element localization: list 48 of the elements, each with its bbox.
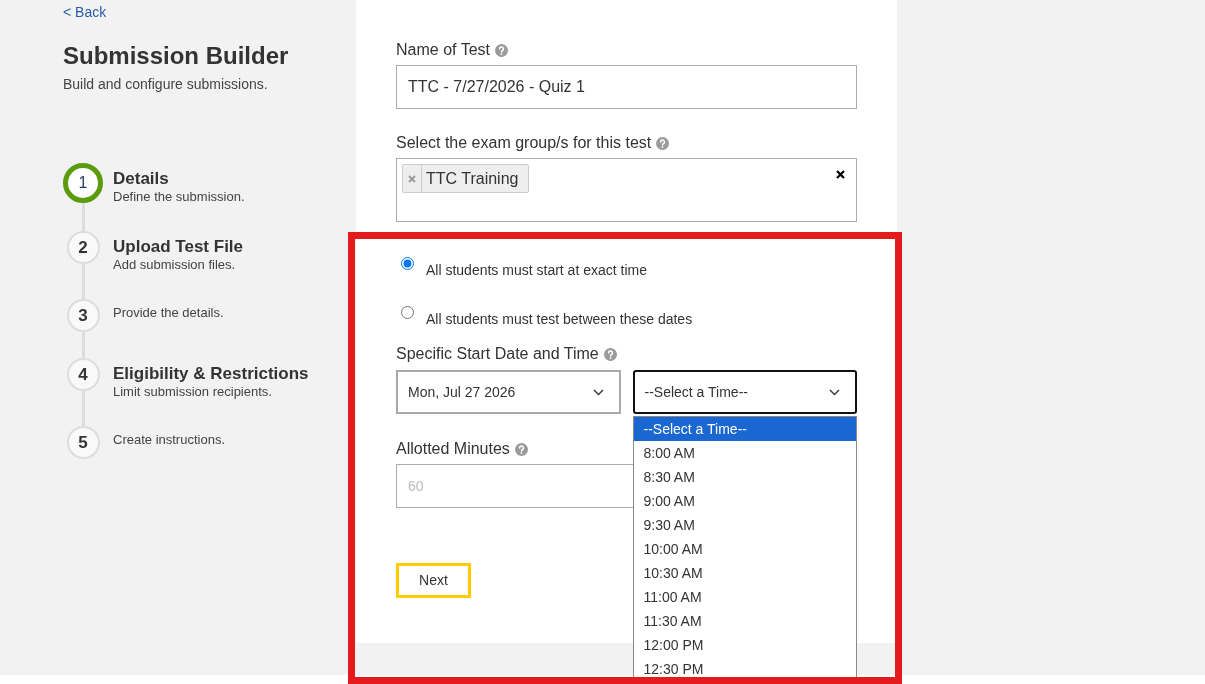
date-select[interactable]: Mon, Jul 27 2026 — [396, 370, 621, 414]
step-description: Add submission files. — [113, 257, 237, 273]
back-link[interactable]: < Back — [63, 5, 107, 19]
help-icon[interactable] — [656, 136, 670, 150]
close-icon — [408, 174, 416, 183]
step-number: 1 — [63, 163, 103, 203]
dropdown-option[interactable]: 10:30 AM — [633, 561, 856, 585]
radio-label: All students must start at exact time — [426, 261, 647, 280]
step-description: Provide the details. — [113, 305, 224, 321]
step-number: 2 — [66, 231, 100, 264]
dropdown-option[interactable]: 12:00 PM — [633, 633, 856, 657]
chevron-down-icon — [592, 388, 604, 396]
radio-button[interactable] — [401, 257, 414, 270]
field-label: Allotted Minutes — [396, 440, 510, 458]
close-icon[interactable] — [836, 170, 845, 179]
step-title: Details — [113, 169, 170, 189]
dropdown-option[interactable]: 9:30 AM — [633, 513, 856, 537]
field-label: Specific Start Date and Time — [396, 345, 599, 363]
step-description: Define the submission. — [113, 189, 245, 205]
step-title: Eligibility & Restrictions — [113, 364, 309, 384]
dropdown-option[interactable]: 11:30 AM — [633, 609, 856, 633]
step-description: Limit submission recipients. — [113, 384, 273, 400]
step-number: 4 — [66, 358, 100, 391]
time-select[interactable]: --Select a Time-- — [632, 370, 857, 414]
page-title: Submission Builder — [63, 42, 290, 70]
page-subtitle: Build and configure submissions. — [63, 76, 268, 93]
chevron-down-icon — [829, 388, 840, 396]
field-label: Select the exam group/s for this test — [396, 134, 652, 152]
step-number: 3 — [66, 299, 100, 332]
multi-select-field[interactable]: TTC Training — [396, 158, 857, 222]
dropdown-option[interactable]: 12:30 PM — [633, 657, 856, 681]
help-icon[interactable] — [603, 347, 617, 361]
radio-label: All students must test between these dates — [426, 310, 693, 329]
next-button[interactable]: Next — [396, 563, 471, 598]
step-title: Upload Test File — [113, 237, 244, 257]
step-number: 5 — [66, 426, 100, 459]
dropdown-option[interactable]: 10:00 AM — [633, 537, 856, 561]
tag-label: TTC Training — [425, 169, 520, 189]
field-label: Name of Test — [396, 41, 490, 59]
dropdown-option[interactable]: 8:30 AM — [633, 465, 856, 489]
help-icon[interactable] — [494, 43, 508, 57]
radio-button[interactable] — [401, 306, 414, 319]
step-description: Create instructions. — [113, 432, 225, 448]
help-icon[interactable] — [514, 442, 528, 456]
test-name-field[interactable]: TTC - 7/27/2026 - Quiz 1 — [396, 65, 857, 109]
dropdown-option[interactable]: 11:00 AM — [633, 585, 856, 609]
dropdown-option[interactable]: 8:00 AM — [633, 441, 856, 465]
dropdown-option[interactable]: --Select a Time-- — [633, 417, 856, 441]
